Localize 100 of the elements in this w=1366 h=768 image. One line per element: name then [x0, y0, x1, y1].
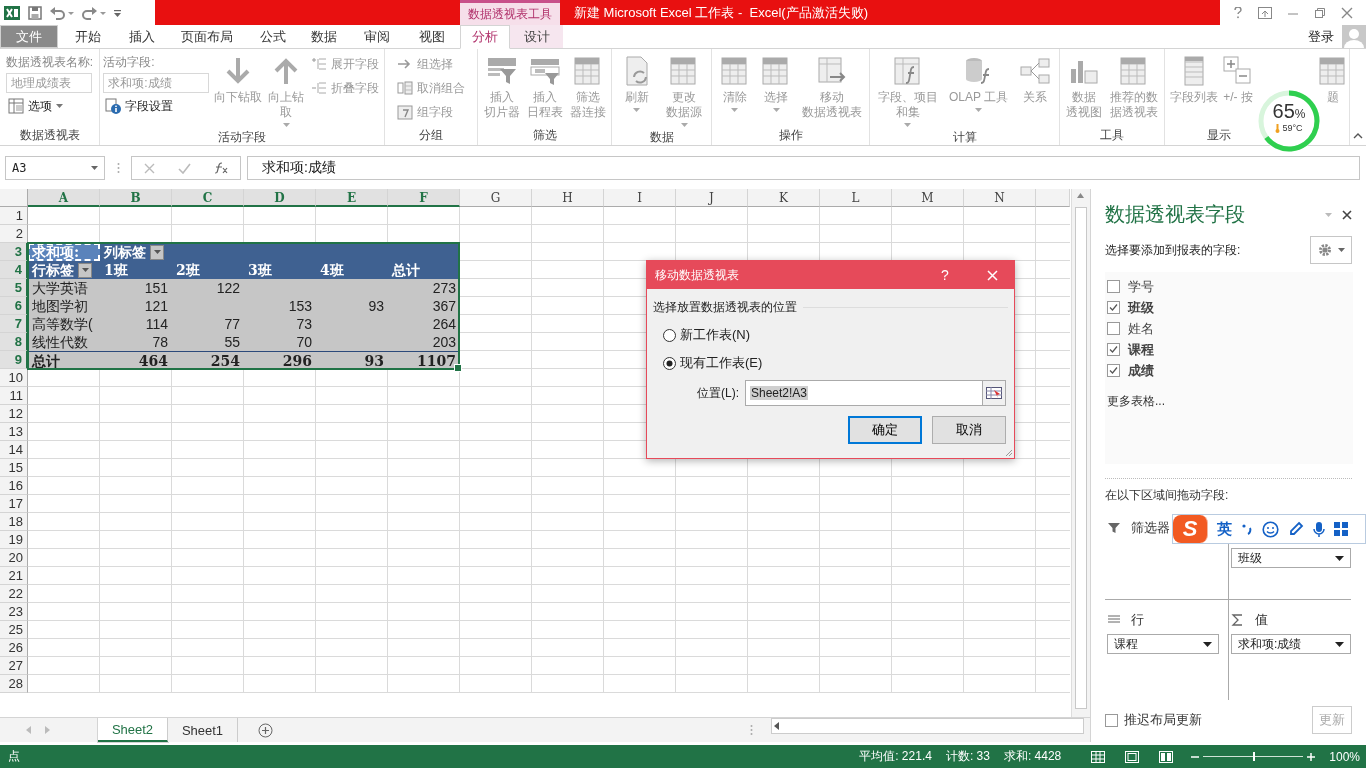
save-icon[interactable] [28, 5, 42, 20]
page-layout-icon[interactable] [1125, 750, 1140, 763]
scroll-up-icon[interactable] [1077, 193, 1084, 198]
page-break-icon[interactable] [1159, 750, 1174, 763]
collapse-ribbon-icon[interactable] [1353, 133, 1363, 139]
column-header[interactable]: H [532, 189, 604, 207]
row-header[interactable]: 17 [0, 495, 28, 513]
dialog-button[interactable]: 确定 [848, 416, 922, 444]
field-name[interactable]: 课程 [1128, 340, 1154, 359]
ribbon-tab[interactable]: 审阅 [350, 25, 403, 48]
radio-label[interactable]: 新工作表(N) [680, 326, 751, 344]
dialog-button[interactable]: 取消 [932, 416, 1006, 444]
row-header[interactable]: 21 [0, 567, 28, 585]
sign-in-link[interactable]: 登录 [1308, 27, 1334, 46]
pen-icon[interactable] [1288, 521, 1304, 537]
row-header[interactable]: 5 [0, 279, 28, 297]
row-header[interactable]: 22 [0, 585, 28, 603]
row-header[interactable]: 10 [0, 369, 28, 387]
range-picker-icon[interactable] [986, 387, 1002, 399]
column-header[interactable]: M [892, 189, 964, 207]
area-field-dropdown[interactable]: 求和项:成绩 [1231, 634, 1351, 654]
row-header[interactable]: 6 [0, 297, 28, 315]
customize-toolbar-icon[interactable] [114, 8, 122, 17]
ribbon-tab[interactable]: 数据 [298, 25, 350, 48]
row-header[interactable]: 28 [0, 675, 28, 693]
row-header[interactable]: 1 [0, 207, 28, 225]
column-header[interactable]: D [244, 189, 316, 207]
row-header[interactable]: 9 [0, 351, 28, 369]
row-header[interactable]: 20 [0, 549, 28, 567]
field-name[interactable]: 班级 [1128, 298, 1154, 317]
formula-field[interactable]: 求和项:成绩 [247, 156, 1360, 180]
ribbon-tab[interactable]: 分析 [460, 25, 510, 49]
punctuation-icon[interactable] [1241, 522, 1253, 536]
microphone-icon[interactable] [1313, 520, 1325, 538]
row-header[interactable]: 19 [0, 531, 28, 549]
undo-icon[interactable] [50, 5, 74, 20]
emoji-icon[interactable] [1262, 520, 1279, 538]
row-header[interactable]: 14 [0, 441, 28, 459]
row-header[interactable]: 4 [0, 261, 28, 279]
enter-check-icon[interactable] [178, 162, 191, 174]
column-header[interactable]: C [172, 189, 244, 207]
checkbox[interactable] [1107, 301, 1120, 314]
sheet-tab[interactable]: Sheet2 [98, 718, 168, 742]
ribbon-tab[interactable]: 插入 [118, 25, 165, 48]
row-header[interactable]: 11 [0, 387, 28, 405]
scroll-left-icon[interactable] [772, 720, 782, 732]
row-header[interactable]: 23 [0, 603, 28, 621]
help-button[interactable]: ? [920, 267, 970, 283]
ribbon-tab[interactable]: 视图 [403, 25, 460, 48]
row-header[interactable]: 7 [0, 315, 28, 333]
redo-icon[interactable] [82, 5, 106, 20]
column-header[interactable]: K [748, 189, 820, 207]
row-header[interactable]: 13 [0, 423, 28, 441]
zoom-level[interactable]: 100% [1329, 749, 1360, 764]
column-header[interactable]: N [964, 189, 1036, 207]
column-header[interactable]: J [676, 189, 748, 207]
field-name[interactable]: 姓名 [1128, 319, 1154, 338]
ribbon-tab[interactable]: 公式 [248, 25, 298, 48]
field-name[interactable]: 学号 [1128, 277, 1154, 296]
row-header[interactable]: 3 [0, 243, 28, 261]
column-header[interactable]: B [100, 189, 172, 207]
area-field-dropdown[interactable]: 班级 [1231, 548, 1351, 568]
column-header[interactable]: G [460, 189, 532, 207]
help-icon[interactable] [1233, 6, 1244, 19]
more-tables-link[interactable]: 更多表格... [1107, 393, 1353, 410]
ribbon-display-icon[interactable] [1258, 6, 1273, 19]
ribbon-button[interactable]: 字段设置 [103, 95, 210, 117]
ribbon-tab[interactable]: 开始 [58, 25, 118, 48]
checkbox-label[interactable]: 推迟布局更新 [1124, 711, 1202, 729]
row-header[interactable]: 16 [0, 477, 28, 495]
column-header[interactable]: A [28, 189, 100, 207]
checkbox[interactable] [1107, 322, 1120, 335]
area-field-dropdown[interactable]: 课程 [1107, 634, 1219, 654]
column-header[interactable]: L [820, 189, 892, 207]
location-field[interactable]: Sheet2!A3 [745, 380, 1006, 406]
checkbox[interactable] [1105, 713, 1118, 727]
row-header[interactable]: 2 [0, 225, 28, 243]
row-header[interactable]: 26 [0, 639, 28, 657]
row-header[interactable]: 15 [0, 459, 28, 477]
name-box[interactable]: A3 [5, 156, 105, 180]
row-header[interactable]: 25 [0, 621, 28, 639]
insert-function-icon[interactable] [214, 162, 229, 174]
ribbon-button[interactable]: 选项 [5, 95, 94, 117]
ribbon-tab[interactable]: 页面布局 [165, 25, 248, 48]
column-header[interactable] [1036, 189, 1070, 207]
row-header[interactable]: 12 [0, 405, 28, 423]
column-header[interactable]: I [604, 189, 676, 207]
radio-label[interactable]: 现有工作表(E) [680, 354, 763, 372]
input-mode-button[interactable]: 英 [1217, 519, 1232, 539]
column-header[interactable]: E [316, 189, 388, 207]
field-name[interactable]: 成绩 [1128, 361, 1154, 380]
checkbox[interactable] [1107, 343, 1120, 356]
select-all-corner[interactable] [0, 189, 28, 207]
close-icon[interactable] [1342, 209, 1352, 220]
row-header[interactable]: 18 [0, 513, 28, 531]
checkbox[interactable] [1107, 364, 1120, 377]
normal-view-icon[interactable] [1091, 750, 1106, 763]
horizontal-scrollbar[interactable] [771, 718, 1084, 734]
row-header[interactable]: 27 [0, 657, 28, 675]
grid-menu-icon[interactable] [1334, 522, 1348, 536]
